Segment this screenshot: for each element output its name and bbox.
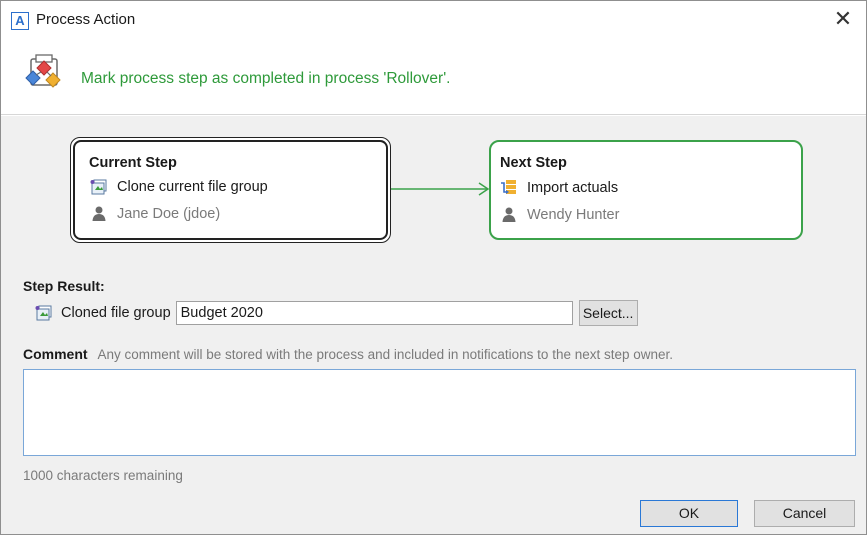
title-bar[interactable]: A Process Action ✕ (1, 1, 866, 39)
process-action-dialog: A Process Action ✕ Mark process step as … (0, 0, 867, 535)
cancel-button[interactable]: Cancel (754, 500, 855, 527)
process-step-icon (25, 54, 61, 88)
next-step-task: Import actuals (500, 179, 618, 197)
close-icon: ✕ (833, 6, 853, 31)
user-icon (92, 206, 106, 221)
next-step-owner: Wendy Hunter (500, 206, 619, 224)
current-step-owner: Jane Doe (jdoe) (90, 205, 220, 223)
window-title: Process Action (36, 11, 136, 28)
characters-remaining: 1000 characters remaining (23, 468, 183, 483)
step-result-label: Step Result: (23, 278, 105, 294)
next-step-task-label: Import actuals (527, 180, 619, 196)
current-step-title: Current Step (89, 155, 177, 171)
current-step-card: Current Step Clone current file group Ja… (70, 137, 391, 243)
ok-button[interactable]: OK (640, 500, 738, 527)
dialog-header: Mark process step as completed in proces… (1, 39, 866, 115)
next-step-title: Next Step (500, 155, 567, 171)
current-step-task: Clone current file group (90, 178, 268, 196)
next-step-owner-label: Wendy Hunter (527, 207, 620, 223)
clone-file-group-icon (90, 179, 107, 195)
current-step-task-label: Clone current file group (117, 179, 268, 195)
import-actuals-icon (501, 180, 516, 194)
comment-textarea[interactable] (23, 369, 856, 456)
comment-hint: Any comment will be stored with the proc… (97, 347, 674, 362)
cloned-file-group-label: Cloned file group (61, 305, 171, 321)
dialog-body: Current Step Clone current file group Ja… (1, 116, 866, 534)
user-icon (502, 207, 516, 222)
comment-label: Comment (23, 346, 88, 362)
app-icon: A (11, 12, 29, 30)
next-step-card: Next Step Import actuals Wendy Hunter (489, 140, 803, 240)
close-button[interactable]: ✕ (828, 5, 858, 35)
step-result-row: Cloned file group Budget 2020 Select... (35, 300, 638, 326)
select-button[interactable]: Select... (578, 300, 638, 326)
step-flow-arrow (391, 182, 490, 196)
cloned-file-group-field[interactable]: Budget 2020 (175, 301, 573, 325)
file-group-icon (35, 305, 52, 321)
current-step-owner-label: Jane Doe (jdoe) (117, 206, 221, 222)
comment-label-row: Comment Any comment will be stored with … (23, 346, 673, 362)
header-message: Mark process step as completed in proces… (81, 70, 451, 87)
